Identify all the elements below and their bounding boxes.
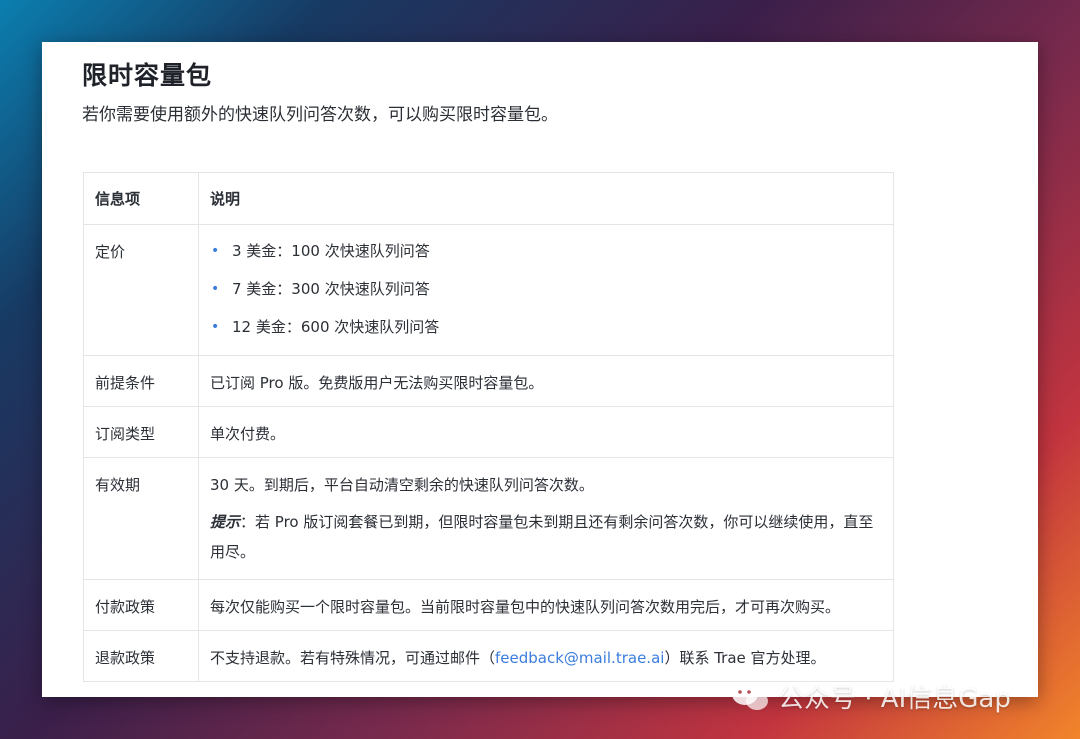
- row-value: 每次仅能购买一个限时容量包。当前限时容量包中的快速队列问答次数用完后，才可再次购…: [198, 579, 894, 631]
- table-row-payment: 付款政策 每次仅能购买一个限时容量包。当前限时容量包中的快速队列问答次数用完后，…: [83, 579, 894, 631]
- info-table: 信息项 说明 定价 • 3 美金：100 次快速队列问答 • 7 美金：300 次快…: [83, 172, 894, 682]
- row-value: 已订阅 Pro 版。免费版用户无法购买限时容量包。: [198, 355, 894, 407]
- row-label: 订阅类型: [83, 406, 199, 458]
- row-label: 有效期: [83, 457, 199, 580]
- bullet-icon: •: [211, 243, 220, 259]
- tip-label: 提示: [210, 513, 241, 531]
- row-label: 前提条件: [83, 355, 199, 407]
- intro-text: 若你需要使用额外的快速队列问答次数，可以购买限时容量包。: [82, 105, 558, 125]
- header-info-item: 信息项: [83, 172, 199, 225]
- watermark-text: 公众号 · AI信息Gap: [778, 684, 1011, 714]
- list-item: • 3 美金：100 次快速队列问答: [211, 242, 430, 260]
- row-label: 退款政策: [83, 630, 199, 682]
- bullet-icon: •: [211, 281, 220, 297]
- header-description: 说明: [198, 172, 894, 225]
- watermark: 公众号 · AI信息Gap: [730, 678, 1011, 715]
- table-row-pricing: 定价 • 3 美金：100 次快速队列问答 • 7 美金：300 次快速队列问答 •…: [83, 224, 894, 356]
- validity-text: 30 天。到期后，平台自动清空剩余的快速队列问答次数。: [210, 476, 594, 494]
- row-label: 定价: [83, 224, 199, 356]
- bullet-icon: •: [211, 319, 220, 335]
- tip-text: ：若 Pro 版订阅套餐已到期，但限时容量包未到期且还有剩余问答次数，你可以继续…: [210, 513, 874, 561]
- row-value: 不支持退款。若有特殊情况，可通过邮件（feedback@mail.trae.ai…: [198, 630, 894, 682]
- page-title: 限时容量包: [82, 61, 213, 90]
- document-card: 限时容量包 若你需要使用额外的快速队列问答次数，可以购买限时容量包。 信息项 说…: [42, 42, 1038, 697]
- row-label: 付款政策: [83, 579, 199, 631]
- tip-note: 提示：若 Pro 版订阅套餐已到期，但限时容量包未到期且还有剩余问答次数，你可以…: [210, 507, 882, 567]
- wechat-icon: [732, 682, 768, 710]
- table-row-prerequisite: 前提条件 已订阅 Pro 版。免费版用户无法购买限时容量包。: [83, 355, 894, 407]
- pricing-list-cell: • 3 美金：100 次快速队列问答 • 7 美金：300 次快速队列问答 • 12 …: [198, 224, 894, 356]
- row-value: 单次付费。: [198, 406, 894, 458]
- table-row-validity: 有效期 30 天。到期后，平台自动清空剩余的快速队列问答次数。 提示：若 Pro…: [83, 457, 894, 580]
- list-item: • 12 美金：600 次快速队列问答: [211, 318, 440, 336]
- table-row-refund: 退款政策 不支持退款。若有特殊情况，可通过邮件（feedback@mail.tr…: [83, 630, 894, 682]
- list-item: • 7 美金：300 次快速队列问答: [211, 280, 430, 298]
- table-header-row: 信息项 说明: [83, 172, 894, 225]
- email-link[interactable]: feedback@mail.trae.ai: [495, 649, 664, 667]
- table-row-type: 订阅类型 单次付费。: [83, 406, 894, 458]
- pricing-list: • 3 美金：100 次快速队列问答 • 7 美金：300 次快速队列问答 • 12 …: [210, 241, 882, 355]
- row-value: 30 天。到期后，平台自动清空剩余的快速队列问答次数。 提示：若 Pro 版订阅…: [198, 457, 894, 580]
